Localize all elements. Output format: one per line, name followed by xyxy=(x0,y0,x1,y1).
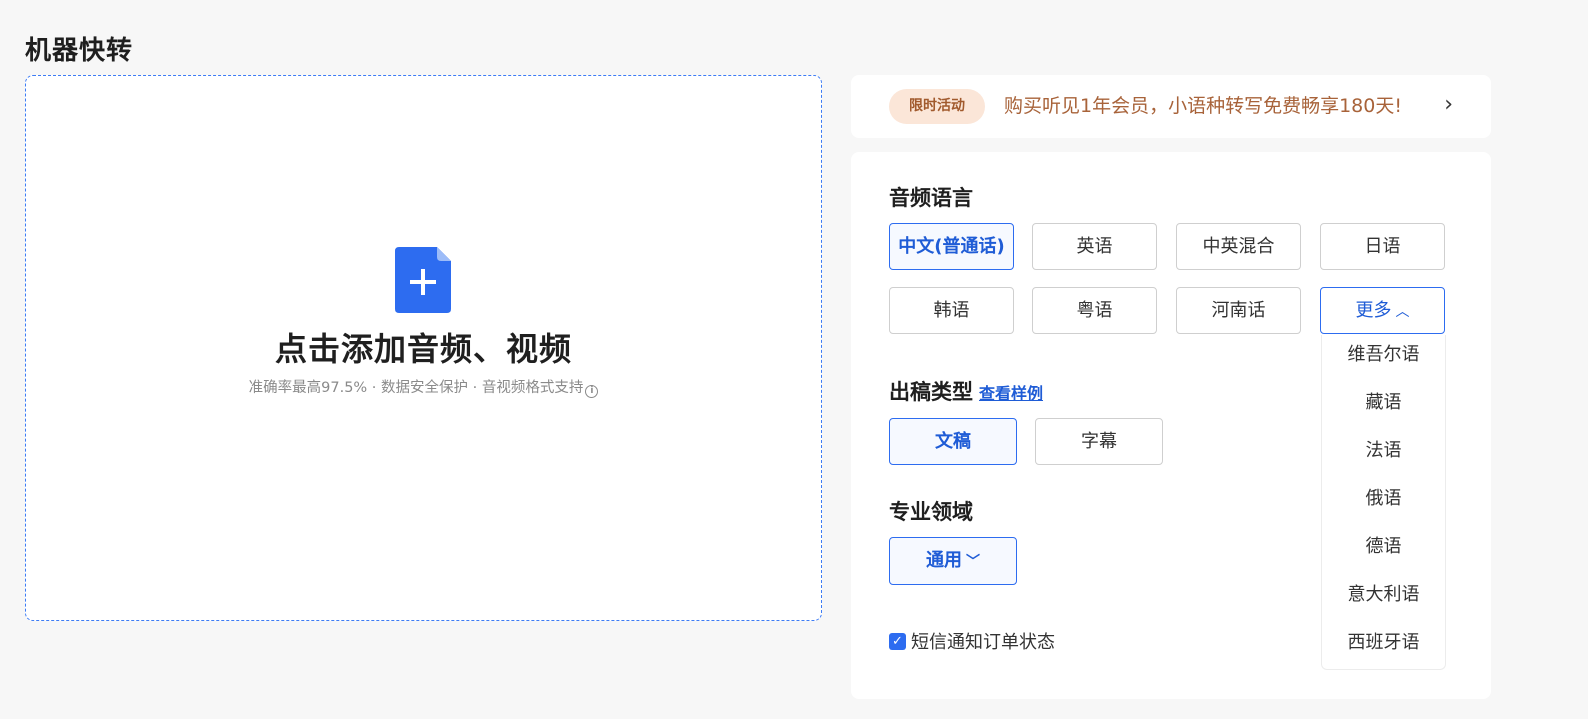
lang-more-label: 更多 xyxy=(1355,300,1392,321)
promo-badge: 限时活动 xyxy=(889,89,985,124)
promo-text: 购买听见1年会员，小语种转写免费畅享180天! xyxy=(1004,95,1402,117)
dropdown-item-spanish[interactable]: 西班牙语 xyxy=(1322,630,1445,656)
audio-language-title: 音频语言 xyxy=(889,186,973,210)
lang-option-zh-en-mixed[interactable]: 中英混合 xyxy=(1176,223,1301,270)
upload-title: 点击添加音频、视频 xyxy=(274,330,572,368)
dropdown-item-tibetan[interactable]: 藏语 xyxy=(1322,390,1445,416)
lang-more-button[interactable]: 更多 ︿ xyxy=(1320,287,1445,334)
output-type-title-text: 出稿类型 xyxy=(889,380,973,404)
domain-title: 专业领域 xyxy=(889,500,973,524)
dropdown-item-russian[interactable]: 俄语 xyxy=(1322,486,1445,512)
promo-banner[interactable]: 限时活动 购买听见1年会员，小语种转写免费畅享180天! › xyxy=(851,75,1491,138)
upload-subtitle: 准确率最高97.5% · 数据安全保护 · 音视频格式支持 i xyxy=(26,376,821,398)
dropdown-item-italian[interactable]: 意大利语 xyxy=(1322,582,1445,608)
lang-option-mandarin[interactable]: 中文(普通话) xyxy=(889,223,1014,270)
chevron-down-icon: ﹀ xyxy=(966,554,980,570)
upload-subtitle-text: 准确率最高97.5% · 数据安全保护 · 音视频格式支持 xyxy=(248,380,584,396)
checkbox-checked-icon[interactable]: ✓ xyxy=(889,632,906,650)
lang-option-korean[interactable]: 韩语 xyxy=(889,287,1014,334)
lang-more-dropdown: 维吾尔语 藏语 法语 俄语 德语 意大利语 西班牙语 xyxy=(1321,335,1446,670)
view-sample-link[interactable]: 查看样例 xyxy=(979,384,1043,403)
lang-option-henan[interactable]: 河南话 xyxy=(1176,287,1301,334)
page-title: 机器快转 xyxy=(25,36,134,66)
output-option-transcript[interactable]: 文稿 xyxy=(889,418,1017,465)
lang-option-japanese[interactable]: 日语 xyxy=(1320,223,1445,270)
lang-option-cantonese[interactable]: 粤语 xyxy=(1032,287,1157,334)
chevron-up-icon: ︿ xyxy=(1395,304,1410,320)
upload-dropzone[interactable]: 点击添加音频、视频 准确率最高97.5% · 数据安全保护 · 音视频格式支持 i xyxy=(25,75,822,621)
dropdown-item-french[interactable]: 法语 xyxy=(1322,438,1445,464)
output-option-subtitle[interactable]: 字幕 xyxy=(1035,418,1163,465)
dropdown-item-german[interactable]: 德语 xyxy=(1322,534,1445,560)
dropdown-item-uyghur[interactable]: 维吾尔语 xyxy=(1322,342,1445,368)
sms-notify-checkbox[interactable]: ✓ 短信通知订单状态 xyxy=(889,629,1055,653)
domain-select-label: 通用 xyxy=(926,550,962,571)
output-type-title: 出稿类型 查看样例 xyxy=(889,378,1043,408)
info-icon[interactable]: i xyxy=(585,385,599,398)
chevron-right-icon[interactable]: › xyxy=(1444,92,1453,118)
lang-option-english[interactable]: 英语 xyxy=(1032,223,1157,270)
domain-select[interactable]: 通用 ﹀ xyxy=(889,537,1017,585)
settings-panel: 音频语言 中文(普通话) 英语 中英混合 日语 韩语 粤语 河南话 更多 ︿ 维吾… xyxy=(851,152,1491,699)
add-file-icon xyxy=(395,247,451,313)
sms-notify-label: 短信通知订单状态 xyxy=(911,632,1055,653)
